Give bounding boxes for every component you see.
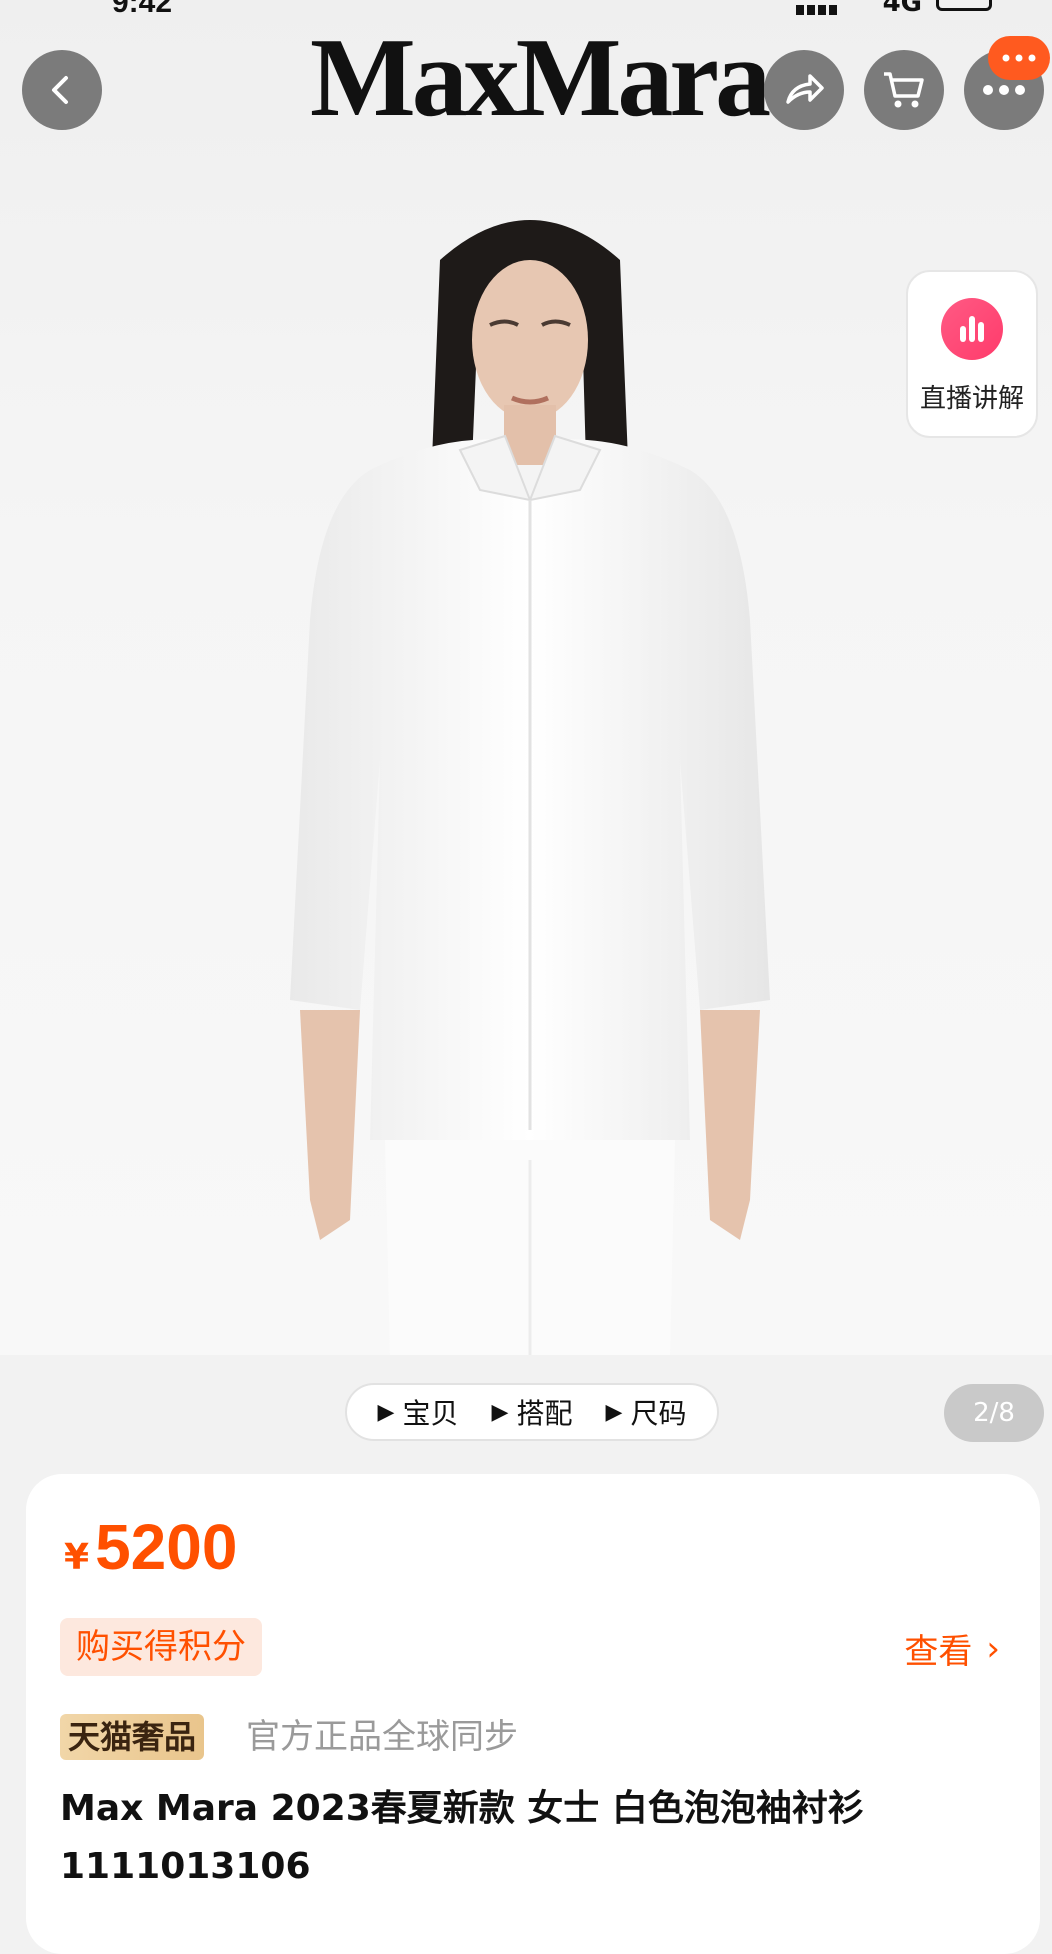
- play-icon: ▶: [377, 1399, 395, 1425]
- product-title: Max Mara 2023春夏新款 女士 白色泡泡袖衬衫 1111013106: [60, 1788, 864, 1887]
- live-explain-button[interactable]: 直播讲解: [906, 270, 1038, 438]
- tmall-luxury-badge: 天猫奢品: [60, 1714, 205, 1760]
- live-label: 直播讲解: [919, 384, 1024, 414]
- media-tabs: ▶ 宝贝 ▶ 搭配 ▶ 尺码: [345, 1383, 719, 1441]
- tab-label: 尺码: [630, 1397, 687, 1430]
- tab-label: 宝贝: [402, 1397, 459, 1430]
- share-button[interactable]: [764, 50, 844, 130]
- cart-icon: [884, 72, 924, 108]
- back-button[interactable]: [22, 50, 102, 130]
- tab-match[interactable]: ▶ 搭配: [492, 1392, 573, 1432]
- battery-icon: [936, 0, 992, 11]
- more-icon: [983, 85, 1025, 95]
- chevron-left-icon: [52, 76, 68, 104]
- tab-label: 搭配: [516, 1397, 573, 1430]
- message-badge: [988, 36, 1050, 80]
- tab-item[interactable]: ▶ 宝贝: [378, 1392, 459, 1432]
- status-time: 9:42: [112, 0, 173, 19]
- points-view-label: 查看: [904, 1632, 973, 1672]
- play-icon: ▶: [605, 1399, 623, 1425]
- authenticity-note: 官方正品全球同步: [246, 1717, 518, 1757]
- chevron-right-icon: ›: [986, 1628, 1000, 1669]
- points-view-link[interactable]: 查看 ›: [904, 1624, 1000, 1673]
- network-label: 4G: [882, 0, 922, 18]
- price-currency: ¥: [64, 1537, 90, 1578]
- product-info-card: ¥5200 购买得积分 查看 › 天猫奢品 官方正品全球同步 Max Mara …: [26, 1474, 1040, 1954]
- gallery-page-indicator: 2/8: [944, 1384, 1044, 1442]
- points-tag: 购买得积分: [60, 1618, 262, 1676]
- dots-icon: [1002, 54, 1036, 62]
- price-value: 5200: [95, 1511, 238, 1583]
- play-icon: ▶: [491, 1399, 509, 1425]
- brand-logo: MaxMara: [310, 16, 771, 140]
- price: ¥5200: [64, 1510, 237, 1584]
- cart-button[interactable]: [864, 50, 944, 130]
- tab-size[interactable]: ▶ 尺码: [606, 1392, 687, 1432]
- product-image-gallery[interactable]: 9:42 4G MaxMara 直播讲解: [0, 0, 1052, 1355]
- share-icon: [786, 74, 824, 104]
- model-photo: [290, 220, 770, 1355]
- signal-icon: [796, 0, 842, 15]
- live-bars-icon: [941, 298, 1003, 360]
